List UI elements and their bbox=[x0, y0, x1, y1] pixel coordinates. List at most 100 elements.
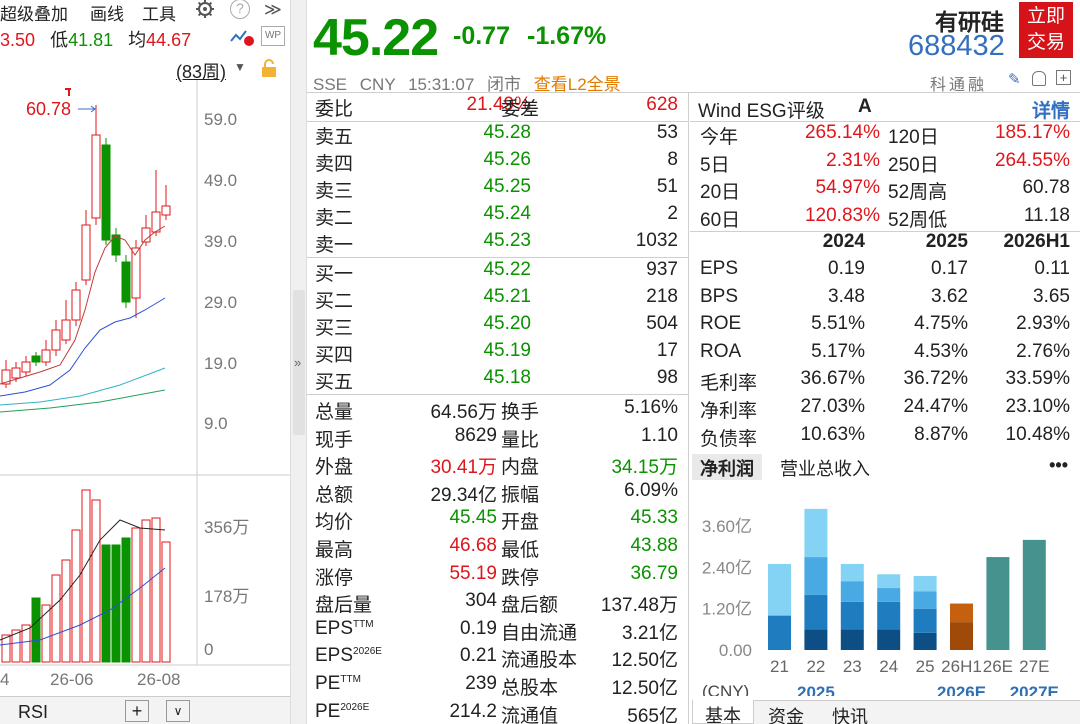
candle-body bbox=[61, 319, 71, 341]
kline-panel[interactable]: 超级叠加 画线 工具 ? ≫ 3.50 低41.81 均44.67 WP (83… bbox=[0, 0, 290, 724]
stat-row: 现手 8629 量比 1.10 bbox=[307, 425, 688, 452]
ask-price: 45.24 bbox=[483, 203, 531, 224]
divider bbox=[307, 394, 688, 395]
bid-row[interactable]: 买二 45.21 218 bbox=[307, 286, 688, 313]
perf-label: 5日 bbox=[700, 154, 730, 176]
stat-value: 8629 bbox=[454, 424, 497, 446]
bid-row[interactable]: 买五 45.18 98 bbox=[307, 367, 688, 394]
add-indicator-icon[interactable]: + bbox=[125, 700, 149, 722]
perf-value: 264.55% bbox=[994, 149, 1070, 171]
date-tick: 26-08 bbox=[137, 670, 181, 689]
fin-row: EPS 0.19 0.17 0.11 bbox=[690, 258, 1080, 285]
stat-label-text: 盘后量 bbox=[315, 595, 373, 617]
tab-revenue[interactable]: 营业总收入 bbox=[780, 455, 870, 481]
bid-label: 买三 bbox=[315, 318, 354, 339]
fin-value: 36.67% bbox=[800, 368, 865, 390]
divider bbox=[307, 257, 688, 258]
panel-splitter[interactable]: » bbox=[290, 0, 307, 724]
fin-label: 负债率 bbox=[700, 428, 758, 450]
fin-row: 毛利率 36.67% 36.72% 33.59% bbox=[690, 368, 1080, 395]
last-price: 45.22 bbox=[313, 9, 439, 67]
stat-value: 214.2 bbox=[449, 700, 497, 722]
bar-segment bbox=[913, 632, 937, 650]
price-change: -0.77 bbox=[453, 22, 510, 50]
price-tick: 9.0 bbox=[204, 414, 228, 433]
ask-label: 卖四 bbox=[315, 154, 354, 175]
edit-icon[interactable]: ✎ bbox=[1008, 70, 1021, 88]
bid-volume: 98 bbox=[656, 367, 678, 388]
stat-value: 0.19 bbox=[460, 617, 497, 639]
stat-label-text: EPS bbox=[315, 645, 354, 667]
candle-body bbox=[151, 211, 161, 233]
bar-segment bbox=[913, 576, 937, 592]
expand-panel-icon[interactable]: » bbox=[294, 355, 301, 370]
divider bbox=[307, 92, 1080, 93]
bid-row[interactable]: 买四 45.19 17 bbox=[307, 340, 688, 367]
tab-net-profit[interactable]: 净利润 bbox=[692, 454, 762, 480]
perf-label: 120日 bbox=[888, 127, 939, 148]
indicator-name[interactable]: RSI bbox=[18, 702, 48, 723]
stat-label: 自由流通 bbox=[501, 622, 578, 644]
x-tick-label: 22 bbox=[806, 657, 825, 676]
stat-label: 最低 bbox=[501, 540, 540, 561]
fin-value: 24.47% bbox=[903, 396, 968, 417]
fin-year: 2025 bbox=[925, 231, 968, 252]
bar-segment bbox=[804, 557, 828, 595]
bar bbox=[1022, 539, 1046, 650]
stat-label: 总额 bbox=[315, 480, 353, 507]
fin-value: 0.19 bbox=[828, 258, 865, 279]
volume-tick: 0 bbox=[204, 640, 214, 659]
ask-volume: 51 bbox=[656, 176, 678, 197]
volume-bar bbox=[51, 574, 61, 663]
more-icon[interactable]: ••• bbox=[1049, 455, 1068, 476]
collapse-icon[interactable]: ∨ bbox=[166, 700, 190, 722]
tab-news[interactable]: 快讯 bbox=[832, 703, 868, 724]
volume-bar bbox=[81, 489, 91, 663]
perf-row: 5日 2.31% 250日 264.55% bbox=[690, 150, 1080, 177]
date-tick: 4 bbox=[0, 670, 10, 689]
bar bbox=[950, 603, 973, 623]
bid-price: 45.21 bbox=[483, 286, 531, 307]
bid-row[interactable]: 买三 45.20 504 bbox=[307, 313, 688, 340]
tab-funds[interactable]: 资金 bbox=[768, 703, 804, 724]
y-tick-label: 2.40亿 bbox=[702, 558, 752, 577]
fin-value: 0.11 bbox=[1034, 258, 1070, 279]
ask-price: 45.28 bbox=[483, 122, 531, 143]
bar-segment bbox=[913, 608, 937, 633]
ask-row[interactable]: 卖三 45.25 51 bbox=[307, 176, 688, 203]
fin-value: 10.48% bbox=[1005, 423, 1070, 445]
bell-icon[interactable] bbox=[1032, 71, 1046, 86]
weicha-label: 委差 bbox=[501, 99, 540, 120]
bid-row[interactable]: 买一 45.22 937 bbox=[307, 259, 688, 286]
ask-row[interactable]: 卖一 45.23 1032 bbox=[307, 230, 688, 257]
esg-label: Wind ESG评级 bbox=[698, 101, 825, 122]
price-tick: 29.0 bbox=[204, 293, 238, 312]
bid-price: 45.18 bbox=[483, 367, 531, 388]
add-watchlist-icon[interactable]: + bbox=[1056, 70, 1071, 85]
tab-basic[interactable]: 基本 bbox=[692, 700, 754, 724]
perf-row: 20日 54.97% 52周高 60.78 bbox=[690, 177, 1080, 204]
stat-label: 内盘 bbox=[501, 457, 540, 479]
bid-price: 45.19 bbox=[483, 340, 531, 361]
bid-volume: 218 bbox=[646, 286, 678, 307]
stat-value: 30.41万 bbox=[430, 457, 497, 479]
esg-detail-link[interactable]: 详情 bbox=[1032, 96, 1070, 123]
stat-label: 流通值 bbox=[501, 705, 559, 724]
fin-value: 33.59% bbox=[1005, 368, 1070, 390]
stat-label-text: 现手 bbox=[315, 429, 354, 451]
fin-label: 毛利率 bbox=[700, 373, 758, 395]
candle-body bbox=[91, 134, 101, 219]
bid-label: 买五 bbox=[315, 372, 354, 393]
trade-button[interactable]: 立即 交易 bbox=[1019, 2, 1073, 58]
stat-label: 最高 bbox=[315, 535, 353, 562]
stat-label-text: 外盘 bbox=[315, 457, 354, 479]
stat-label: PETTM bbox=[315, 673, 361, 695]
fin-value: 3.48 bbox=[828, 285, 865, 307]
ask-row[interactable]: 卖二 45.24 2 bbox=[307, 203, 688, 230]
bid-price: 45.20 bbox=[483, 313, 531, 334]
ask-label: 卖五 bbox=[315, 127, 354, 148]
ask-row[interactable]: 卖五 45.28 53 bbox=[307, 122, 688, 149]
stat-value: 6.09% bbox=[624, 479, 678, 501]
fin-row: 负债率 10.63% 8.87% 10.48% bbox=[690, 424, 1080, 451]
ask-row[interactable]: 卖四 45.26 8 bbox=[307, 149, 688, 176]
